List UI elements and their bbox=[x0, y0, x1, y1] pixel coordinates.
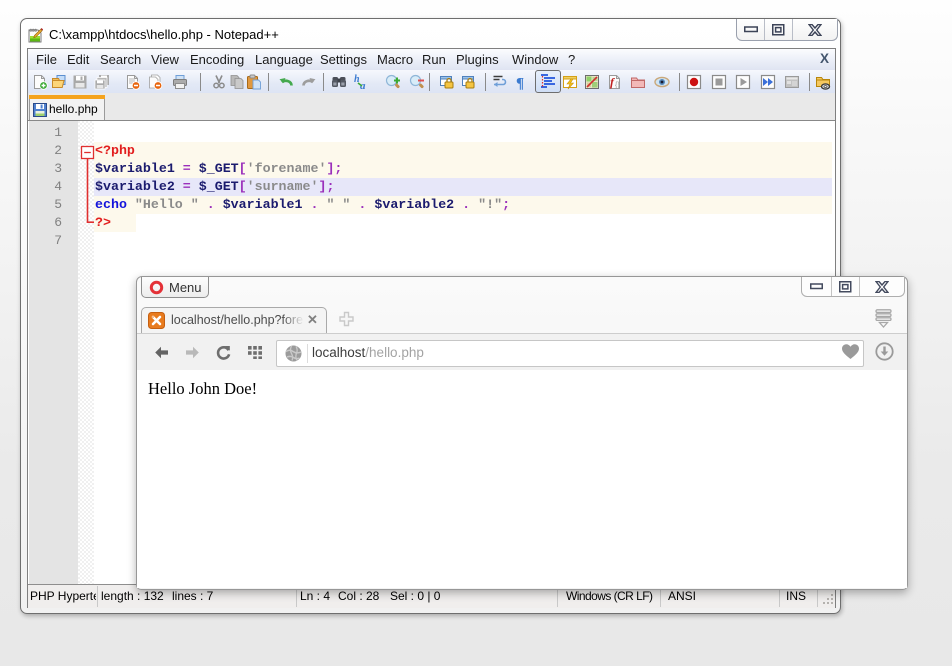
svg-text:{}: {} bbox=[615, 82, 620, 89]
svg-text:¶: ¶ bbox=[516, 76, 524, 91]
